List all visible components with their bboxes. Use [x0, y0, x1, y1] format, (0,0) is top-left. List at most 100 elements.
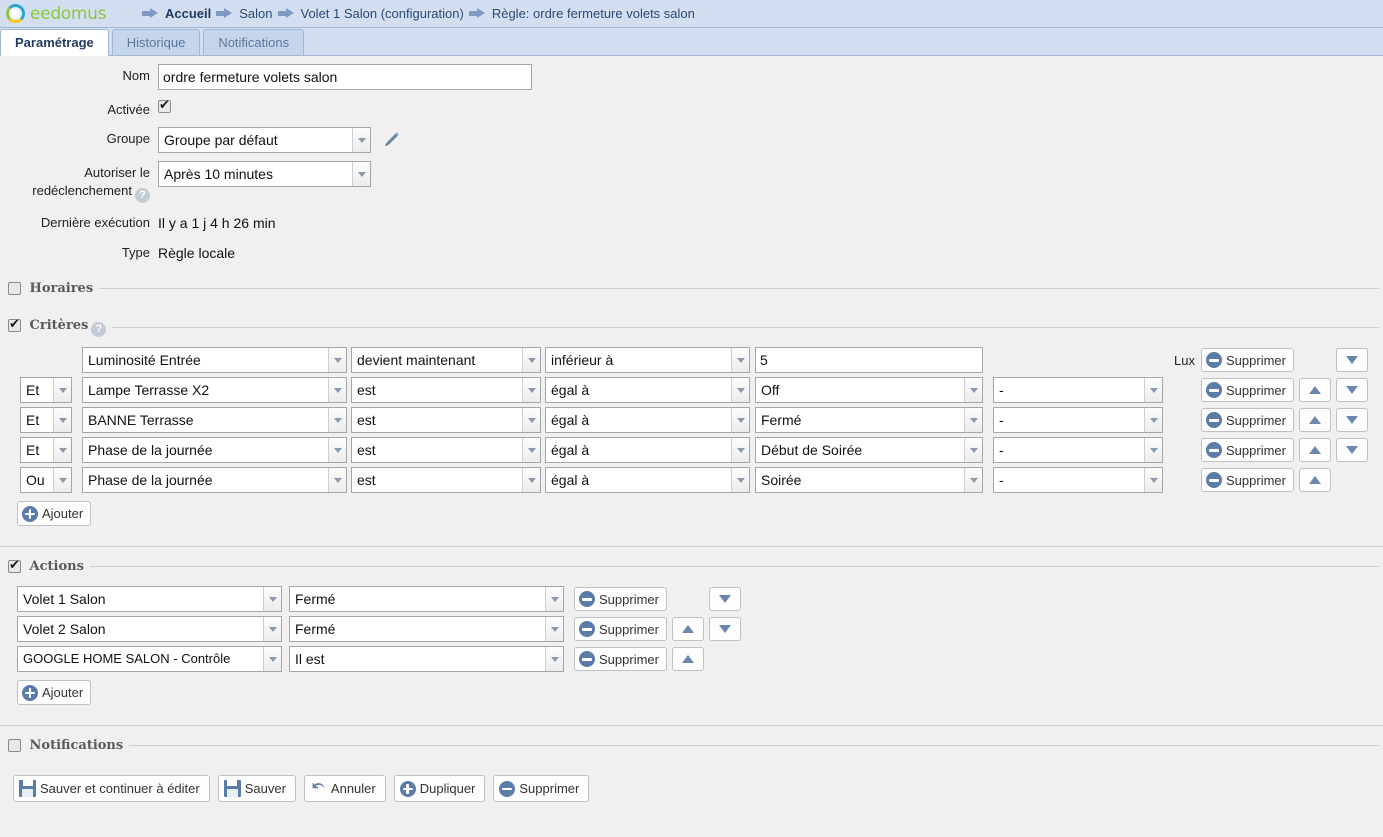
- delete-row-button[interactable]: Supprimer: [1201, 408, 1294, 432]
- criteria-value-select[interactable]: Fermé: [755, 407, 983, 433]
- minus-circle-icon: [499, 780, 516, 797]
- delete-row-button[interactable]: Supprimer: [1201, 468, 1294, 492]
- chevron-down-icon: [964, 408, 982, 432]
- move-down-button[interactable]: [1335, 348, 1368, 372]
- criteria-comparator-select[interactable]: égal à: [545, 467, 750, 493]
- brand-logo[interactable]: eedomus: [6, 4, 128, 24]
- criteria-row: Et Lampe Terrasse X2 est égal à Off - Supprime…: [4, 377, 1379, 403]
- criteria-operator-select[interactable]: Et: [20, 437, 72, 463]
- criteres-checkbox[interactable]: [8, 317, 21, 332]
- criteria-when-select[interactable]: est: [351, 437, 541, 463]
- footer-button-supprimer[interactable]: Supprimer: [493, 775, 590, 802]
- help-icon[interactable]: ?: [91, 322, 107, 337]
- criteria-value-select[interactable]: Off: [755, 377, 983, 403]
- criteria-device-select[interactable]: BANNE Terrasse: [82, 407, 347, 433]
- move-up-button[interactable]: [1298, 468, 1331, 492]
- footer-button-dupliquer[interactable]: Dupliquer: [393, 775, 486, 802]
- criteria-comparator-select[interactable]: égal à: [545, 407, 750, 433]
- move-down-button[interactable]: [1335, 438, 1368, 462]
- criteria-comparator-select[interactable]: inférieur à: [545, 347, 750, 373]
- criteria-comparator-select-value: égal à: [551, 412, 590, 428]
- criteria-extra-select[interactable]: -: [993, 377, 1163, 403]
- criteria-comparator-select[interactable]: égal à: [545, 437, 750, 463]
- chevron-down-icon: [731, 408, 749, 432]
- criteria-operator-select[interactable]: Et: [20, 407, 72, 433]
- section-actions-legend: Actions: [4, 558, 90, 574]
- criteria-when-select[interactable]: est: [351, 407, 541, 433]
- criteria-when-select[interactable]: est: [351, 467, 541, 493]
- footer-button-sauver[interactable]: Sauver: [217, 775, 296, 802]
- criteria-when-select[interactable]: devient maintenant: [351, 347, 541, 373]
- criteria-operator-select[interactable]: Ou: [20, 467, 72, 493]
- nom-input[interactable]: [158, 64, 532, 90]
- triangle-down-icon: [1345, 386, 1358, 394]
- field-row-nom: Nom: [0, 64, 1383, 90]
- add-criteria-button[interactable]: Ajouter: [17, 501, 92, 526]
- breadcrumb-item-2[interactable]: Volet 1 Salon (configuration): [277, 6, 464, 21]
- actions-checkbox[interactable]: [8, 558, 21, 573]
- criteria-device-select[interactable]: Phase de la journée: [82, 437, 347, 463]
- pencil-icon[interactable]: [380, 129, 402, 151]
- activee-checkbox[interactable]: [158, 98, 171, 113]
- criteria-operator-select[interactable]: Et: [20, 377, 72, 403]
- breadcrumb-item-0[interactable]: Accueil: [142, 6, 211, 21]
- breadcrumb-item-3[interactable]: Règle: ordre fermeture volets salon: [468, 6, 695, 21]
- delete-row-button[interactable]: Supprimer: [574, 647, 667, 671]
- action-value-select[interactable]: Fermé: [289, 616, 564, 642]
- move-up-button[interactable]: [671, 617, 704, 641]
- tab-historique[interactable]: Historique: [111, 29, 201, 55]
- footer-button-sauver-et-continuer-diter[interactable]: Sauver et continuer à éditer: [13, 775, 210, 802]
- delete-row-button[interactable]: Supprimer: [1201, 348, 1294, 372]
- action-device-select[interactable]: GOOGLE HOME SALON - Contrôle: [17, 646, 282, 672]
- move-down-button[interactable]: [708, 617, 741, 641]
- groupe-select[interactable]: Groupe par défaut: [158, 127, 371, 153]
- help-icon[interactable]: ?: [135, 188, 150, 203]
- criteria-device-select[interactable]: Phase de la journée: [82, 467, 347, 493]
- move-up-button[interactable]: [671, 647, 704, 671]
- triangle-up-icon: [681, 625, 694, 633]
- chevron-down-icon: [964, 378, 982, 402]
- criteria-value-select[interactable]: Soirée: [755, 467, 983, 493]
- criteria-extra-select[interactable]: -: [993, 437, 1163, 463]
- delete-row-button[interactable]: Supprimer: [574, 587, 667, 611]
- breadcrumb-item-1[interactable]: Salon: [216, 6, 273, 21]
- move-up-button[interactable]: [1298, 438, 1331, 462]
- horaires-checkbox[interactable]: [8, 282, 21, 295]
- criteria-comparator-select-value: égal à: [551, 382, 590, 398]
- delete-row-button[interactable]: Supprimer: [574, 617, 667, 641]
- action-value-select[interactable]: Il est: [289, 646, 564, 672]
- triangle-down-icon: [1345, 446, 1358, 454]
- action-device-select-value: Volet 1 Salon: [23, 591, 106, 607]
- chevron-down-icon: [53, 468, 71, 492]
- tab-param-trage[interactable]: Paramétrage: [0, 29, 109, 56]
- criteria-value-select[interactable]: Début de Soirée: [755, 437, 983, 463]
- criteria-device-select[interactable]: Luminosité Entrée: [82, 347, 347, 373]
- redeclenchement-select[interactable]: Après 10 minutes: [158, 161, 371, 187]
- criteria-device-select-value: Luminosité Entrée: [88, 352, 201, 368]
- tab-notifications[interactable]: Notifications: [203, 29, 305, 55]
- move-up-button[interactable]: [1298, 408, 1331, 432]
- action-device-select[interactable]: Volet 2 Salon: [17, 616, 282, 642]
- move-down-button[interactable]: [1335, 408, 1368, 432]
- move-down-button[interactable]: [1335, 378, 1368, 402]
- move-down-button[interactable]: [708, 587, 741, 611]
- minus-circle-icon: [579, 651, 595, 667]
- delete-row-button[interactable]: Supprimer: [1201, 378, 1294, 402]
- action-value-select[interactable]: Fermé: [289, 586, 564, 612]
- move-up-button[interactable]: [1298, 378, 1331, 402]
- add-action-button[interactable]: Ajouter: [17, 680, 92, 705]
- criteria-device-select[interactable]: Lampe Terrasse X2: [82, 377, 347, 403]
- criteria-comparator-select[interactable]: égal à: [545, 377, 750, 403]
- footer-button-annuler[interactable]: Annuler: [303, 775, 386, 802]
- criteria-extra-select[interactable]: -: [993, 467, 1163, 493]
- criteria-value-input[interactable]: [755, 347, 983, 373]
- triangle-down-icon: [718, 595, 731, 603]
- criteria-device-select-value: Lampe Terrasse X2: [88, 382, 210, 398]
- delete-row-button[interactable]: Supprimer: [1201, 438, 1294, 462]
- chevron-down-icon: [263, 617, 281, 641]
- notifications-checkbox[interactable]: [8, 739, 21, 752]
- actions-list: Volet 1 Salon Fermé Supprimer Volet 2 Salon…: [4, 586, 1379, 672]
- action-device-select[interactable]: Volet 1 Salon: [17, 586, 282, 612]
- criteria-extra-select[interactable]: -: [993, 407, 1163, 433]
- criteria-when-select[interactable]: est: [351, 377, 541, 403]
